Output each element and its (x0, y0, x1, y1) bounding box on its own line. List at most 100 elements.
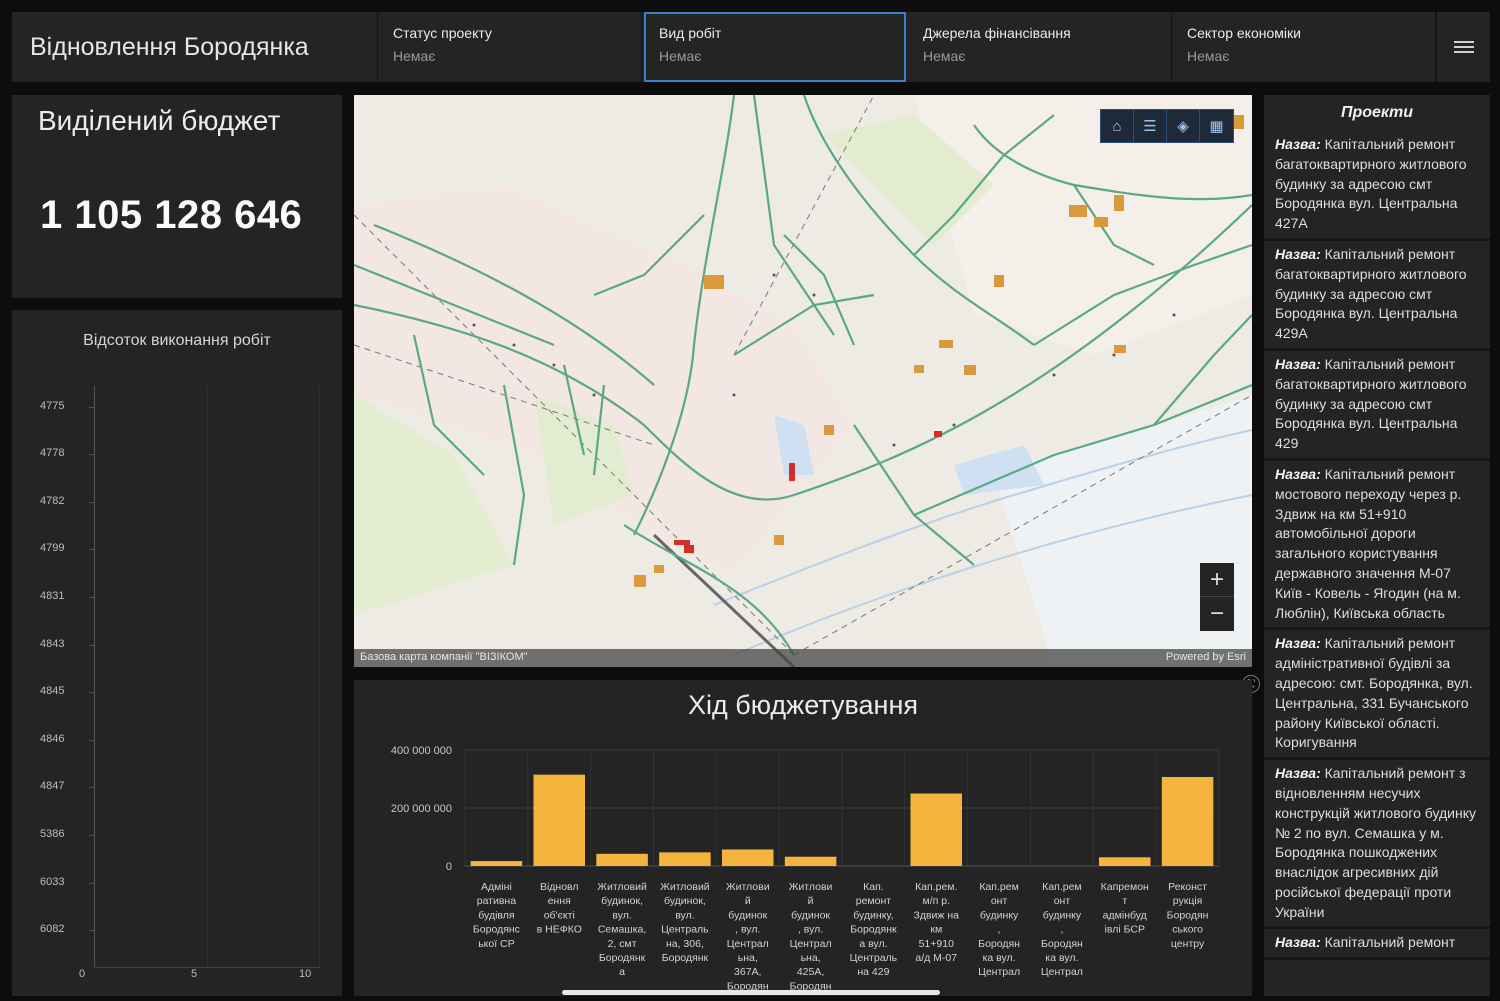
budgeting-chart-panel: Хід бюджетування 400 000 000 200 000 000 0… (354, 680, 1252, 996)
project-list-item[interactable]: Назва: Капітальний ремонт багатоквартирн… (1264, 131, 1490, 241)
project-list-item[interactable]: Назва: Капітальний ремонт (1264, 929, 1490, 961)
x-category-label: Кап.рем. м/п р. Здвиж на км 51+910 а/д М-07 (914, 881, 960, 964)
project-name-label: Назва: (1275, 765, 1321, 782)
x-category-label: Житлови й будинок, вул. Централ ьна, 367А, Бор… (726, 881, 770, 992)
header-bar: Відновлення Бородянка Статус проекту Нем… (12, 12, 1490, 82)
project-list-item[interactable]: Назва: Капітальний ремонт з відновленням… (1264, 760, 1490, 930)
x-tick-label: 5 (191, 968, 198, 980)
y-tick-label: 4799 (40, 542, 65, 554)
x-tick-label: 10 (299, 968, 312, 980)
y-axis (94, 386, 95, 967)
attribution-right[interactable]: Powered by Esri (1166, 651, 1246, 665)
bar (1098, 857, 1151, 866)
bar (470, 861, 523, 866)
budget-value: 1 105 128 646 (40, 193, 303, 237)
y-tick-label: 4782 (40, 495, 65, 507)
filter-work-type[interactable]: Вид робіт Немає (644, 12, 906, 82)
project-name: Капітальний ремонт мостового переходу че… (1275, 465, 1462, 621)
project-list-item[interactable]: Назва: Капітальний ремонт мостового пере… (1264, 461, 1490, 631)
bar (533, 774, 586, 866)
map-toolbar: ⌂ ☰ ◈ ▦ (1100, 109, 1234, 143)
zoom-in-button[interactable]: + (1200, 563, 1234, 597)
grid-line (319, 386, 320, 967)
layers-icon[interactable]: ◈ (1167, 110, 1200, 142)
budget-panel: Виділений бюджет 1 105 128 646 (12, 95, 342, 298)
filter-value: Немає (1187, 48, 1230, 64)
map-attribution: Базова карта компанії "ВІЗІКОМ" Powered … (354, 649, 1252, 667)
basemap-graphic (354, 95, 1252, 667)
filter-value: Немає (923, 48, 966, 64)
y-tick-label: 0 (446, 861, 452, 873)
bar (784, 856, 837, 866)
project-name-label: Назва: (1275, 635, 1321, 652)
bar (1161, 776, 1214, 866)
x-category-label: Адміні ративна будівля Бородянс ької СР (473, 881, 520, 950)
x-category-label: Кап. ремонт будинку, Бородянк а вул. Централь… (850, 881, 898, 978)
bar (596, 853, 648, 866)
projects-panel: Проекти Назва: Капітальний ремонт багато… (1264, 95, 1490, 996)
y-tick-label: 4845 (40, 685, 65, 697)
progress-chart-title: Відсоток виконання робіт (83, 332, 271, 349)
x-category-label: Житлови й будинок, вул. Централ ьна, 425А, Бор… (789, 881, 833, 992)
progress-chart-panel: Відсоток виконання робіт 4775 4778 4782 … (12, 310, 342, 996)
x-tick-label: 0 (79, 968, 86, 980)
x-axis (94, 967, 320, 968)
project-name-label: Назва: (1275, 355, 1321, 372)
project-name: Капітальний ремонт адміністративної буді… (1275, 635, 1473, 751)
project-list-item[interactable]: Назва: Капітальний ремонт багатоквартирн… (1264, 351, 1490, 461)
x-category-label: Кап.рем онт будинку, Бородян ка вул. Централ (978, 881, 1020, 978)
x-category-label: Житловий будинок, вул. Семашка, 2, смт Бородя… (597, 881, 647, 978)
project-name: Капітальний ремонт (1320, 934, 1456, 951)
filter-value: Немає (659, 48, 702, 64)
y-tick-label: 400 000 000 (391, 745, 452, 757)
filter-label: Вид робіт (659, 25, 722, 41)
zoom-out-button[interactable]: − (1200, 597, 1234, 631)
bar (910, 793, 963, 866)
basemap-gallery-icon[interactable]: ▦ (1200, 110, 1233, 142)
project-name: Капітальний ремонт з відновленням несучи… (1275, 765, 1476, 920)
filter-value: Немає (393, 48, 436, 64)
projects-title: Проекти (1340, 104, 1414, 121)
y-tick-label: 5386 (40, 828, 65, 840)
project-list-item[interactable]: Назва: Капітальний ремонт багатоквартирн… (1264, 241, 1490, 351)
filter-label: Джерела фінансівання (923, 25, 1071, 41)
hamburger-icon (1453, 38, 1474, 56)
bar (659, 852, 711, 866)
home-indicator[interactable] (562, 990, 940, 995)
x-category-label: Капремон т адмінбуд івлі БСР (1101, 881, 1149, 936)
menu-button[interactable] (1436, 12, 1490, 82)
grid-line (207, 386, 208, 967)
x-category-label: Кап.рем онт будинку, Бородян ка вул. Централ (1041, 881, 1083, 978)
y-tick-label: 4831 (40, 590, 65, 602)
map-view[interactable]: ⌂ ☰ ◈ ▦ + − Базова карта компанії "ВІЗІК… (354, 95, 1252, 667)
y-tick-label: 6082 (40, 923, 65, 935)
bar (721, 849, 774, 866)
filter-funding-source[interactable]: Джерела фінансівання Немає (908, 12, 1172, 82)
filter-label: Сектор економіки (1187, 25, 1301, 41)
y-tick-label: 4847 (40, 780, 65, 792)
y-tick-label: 4778 (40, 447, 65, 459)
x-category-label: Реконст рукція Бородян ського центру (1167, 881, 1209, 950)
project-list-item[interactable]: Назва: Капітальний ремонт адміністративн… (1264, 630, 1490, 761)
projects-list: Назва: Капітальний ремонт багатоквартирн… (1264, 131, 1490, 961)
project-name-label: Назва: (1275, 136, 1321, 152)
y-tick-label: 6033 (40, 876, 65, 888)
budget-title: Виділений бюджет (38, 105, 281, 136)
x-category-label: Житловий будинок, вул. Централь на, 306, Боро… (660, 881, 710, 964)
project-name-label: Назва: (1275, 465, 1321, 482)
app-title: Відновлення Бородянка (12, 12, 378, 82)
y-tick-label: 4846 (40, 733, 65, 745)
y-tick-label: 4843 (40, 638, 65, 650)
filter-project-status[interactable]: Статус проекту Немає (378, 12, 642, 82)
x-category-label: Відновл ення об'єкті в НЕФКО (537, 881, 582, 936)
list-icon[interactable]: ☰ (1134, 110, 1167, 142)
zoom-control: + − (1200, 563, 1234, 631)
project-name-label: Назва: (1275, 245, 1321, 262)
filter-economy-sector[interactable]: Сектор економіки Немає (1172, 12, 1436, 82)
attribution-left: Базова карта компанії "ВІЗІКОМ" (360, 651, 528, 663)
y-tick-label: 4775 (40, 400, 65, 412)
y-tick-label: 200 000 000 (391, 803, 452, 815)
filter-label: Статус проекту (393, 25, 492, 41)
home-icon[interactable]: ⌂ (1101, 110, 1134, 142)
project-name-label: Назва: (1275, 934, 1321, 951)
